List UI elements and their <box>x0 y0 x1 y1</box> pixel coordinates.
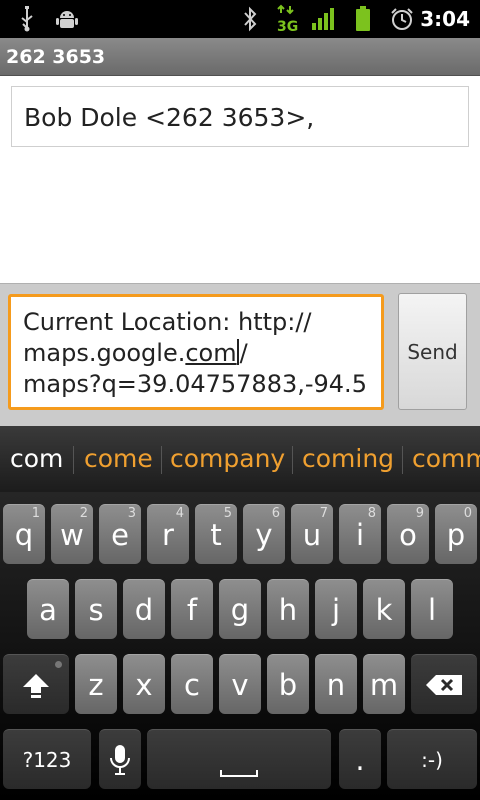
period-key[interactable]: . <box>339 729 381 789</box>
key-i[interactable]: 8i <box>339 504 381 564</box>
message-text-suffix: / <box>239 339 248 367</box>
key-x[interactable]: x <box>123 654 165 714</box>
suggestion-typed-word[interactable]: com <box>10 426 63 492</box>
recipients-field[interactable]: Bob Dole <262 3653>, <box>11 86 469 147</box>
backspace-key[interactable] <box>411 654 477 714</box>
suggestion-strip: com come company coming comm <box>0 426 480 493</box>
key-d[interactable]: d <box>123 579 165 639</box>
key-t[interactable]: 5t <box>195 504 237 564</box>
message-line-1: Current Location: http:// <box>23 308 312 336</box>
shift-lock-indicator <box>55 661 62 668</box>
status-bar: 3G 3:04 <box>0 0 480 38</box>
suggestion-item[interactable]: comm <box>412 426 480 492</box>
space-bar-icon <box>147 730 331 789</box>
message-line-3: maps?q=39.04757883,-94.5 <box>23 370 367 398</box>
key-y[interactable]: 6y <box>243 504 285 564</box>
key-w[interactable]: 2w <box>51 504 93 564</box>
key-u[interactable]: 7u <box>291 504 333 564</box>
suggestion-item[interactable]: coming <box>302 426 394 492</box>
key-q[interactable]: 1q <box>3 504 45 564</box>
signal-icon <box>309 0 339 38</box>
key-b[interactable]: b <box>267 654 309 714</box>
shift-key[interactable] <box>3 654 69 714</box>
key-l[interactable]: l <box>411 579 453 639</box>
key-a[interactable]: a <box>27 579 69 639</box>
suggestion-divider <box>73 446 74 474</box>
microphone-icon <box>99 730 141 789</box>
symbols-key[interactable]: ?123 <box>3 729 91 789</box>
bluetooth-icon <box>238 0 262 38</box>
smiley-key[interactable]: :-) <box>387 729 477 789</box>
key-p[interactable]: 0p <box>435 504 477 564</box>
soft-keyboard: 1q 2w 3e 4r 5t 6y 7u 8i 9o 0p a s d f g … <box>0 492 480 800</box>
svg-text:3G: 3G <box>277 19 298 34</box>
backspace-icon <box>411 655 477 714</box>
key-n[interactable]: n <box>315 654 357 714</box>
space-key[interactable] <box>147 729 331 789</box>
alarm-icon <box>388 0 416 38</box>
message-line-2: maps.google.com / <box>23 338 369 369</box>
key-m[interactable]: m <box>363 654 405 714</box>
recipient-chip: Bob Dole <262 3653>, <box>24 103 315 132</box>
key-s[interactable]: s <box>75 579 117 639</box>
title-bar: 262 3653 <box>0 38 480 76</box>
message-input[interactable]: Current Location: http:// maps.google.co… <box>8 294 384 410</box>
battery-icon <box>350 0 376 38</box>
usb-icon <box>14 0 40 38</box>
conversation-title: 262 3653 <box>6 46 106 68</box>
message-text-prefix: maps.google. <box>23 339 186 367</box>
text-cursor <box>236 339 239 365</box>
key-h[interactable]: h <box>267 579 309 639</box>
key-k[interactable]: k <box>363 579 405 639</box>
key-c[interactable]: c <box>171 654 213 714</box>
suggestion-divider <box>402 446 403 474</box>
key-j[interactable]: j <box>315 579 357 639</box>
key-o[interactable]: 9o <box>387 504 429 564</box>
key-f[interactable]: f <box>171 579 213 639</box>
clock: 3:04 <box>420 7 470 31</box>
suggestion-divider <box>292 446 293 474</box>
send-button[interactable]: Send <box>398 293 467 410</box>
android-debug-icon <box>53 0 81 38</box>
suggestion-item[interactable]: company <box>170 426 285 492</box>
key-e[interactable]: 3e <box>99 504 141 564</box>
3g-data-icon: 3G <box>274 0 300 38</box>
key-r[interactable]: 4r <box>147 504 189 564</box>
composing-word: com <box>185 339 237 367</box>
suggestion-item[interactable]: come <box>84 426 153 492</box>
key-g[interactable]: g <box>219 579 261 639</box>
suggestion-divider <box>161 446 162 474</box>
voice-input-key[interactable] <box>99 729 141 789</box>
key-v[interactable]: v <box>219 654 261 714</box>
key-z[interactable]: z <box>75 654 117 714</box>
